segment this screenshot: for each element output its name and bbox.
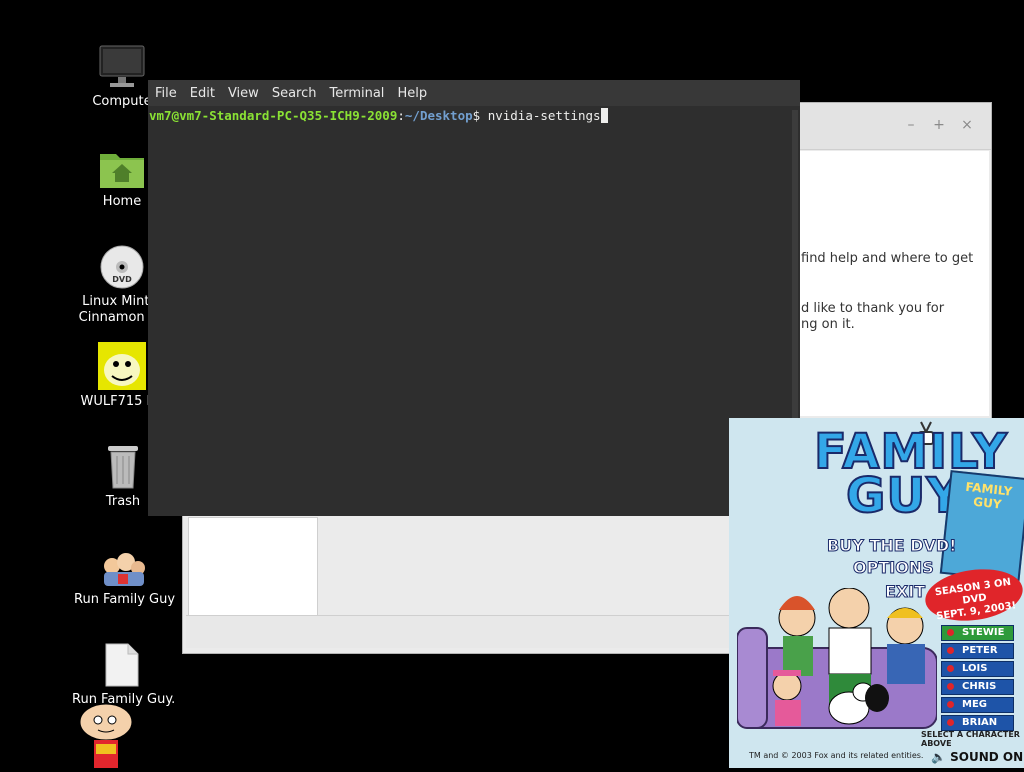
text-cursor (600, 108, 608, 123)
season-badge: SEASON 3 ON DVD SEPT. 9, 2003! (921, 563, 1024, 627)
trash-icon (105, 442, 141, 490)
character-button-lois[interactable]: LOIS (941, 661, 1014, 677)
options-button[interactable]: OPTIONS (853, 558, 935, 578)
family-guy-icon (100, 552, 148, 588)
character-select-list: STEWIE PETER LOIS CHRIS MEG BRIAN (941, 625, 1014, 733)
sidebar-pane (188, 517, 318, 616)
file-icon (104, 642, 140, 688)
prompt-path: ~/Desktop (404, 108, 473, 123)
menu-edit[interactable]: Edit (183, 80, 221, 101)
desktop-icon-label: Run Family Guy (74, 592, 176, 607)
menu-terminal[interactable]: Terminal (322, 80, 390, 101)
minimize-button[interactable]: – (897, 117, 925, 133)
family-guy-app[interactable]: FAMILY GUY FAMILY GUY BUY THE DVD! OPTIO… (729, 418, 1024, 768)
terminal-menubar: File Edit View Search Terminal Help (148, 80, 800, 106)
copyright-footer: TM and © 2003 Fox and its related entiti… (749, 751, 924, 760)
command-text: nvidia-settings (487, 108, 601, 123)
menu-search[interactable]: Search (265, 80, 323, 101)
menu-help[interactable]: Help (390, 80, 433, 101)
prompt-dollar: $ (472, 108, 488, 123)
computer-icon (98, 44, 146, 90)
character-button-peter[interactable]: PETER (941, 643, 1014, 659)
wulf-image-icon (98, 342, 146, 390)
character-button-meg[interactable]: MEG (941, 697, 1014, 713)
terminal-window[interactable]: File Edit View Search Terminal Help vm7@vm7-S… (148, 80, 800, 516)
family-couch-illustration (736, 587, 938, 748)
buy-dvd-button[interactable]: BUY THE DVD! (826, 536, 956, 556)
select-character-hint: SELECT A CHARACTER ABOVE (921, 730, 1020, 748)
sound-toggle[interactable]: 🔈 SOUND ON (931, 750, 1023, 764)
help-text-line: d like to thank you for (801, 301, 945, 316)
speaker-icon: 🔈 (931, 750, 946, 764)
character-button-chris[interactable]: CHRIS (941, 679, 1014, 695)
prompt-user: vm7@vm7-Standard-PC-Q35-ICH9-2009 (149, 108, 398, 123)
prompt-separator: : (397, 108, 405, 123)
dvd-cover: FAMILY GUY (939, 470, 1024, 582)
sound-label: SOUND ON (950, 750, 1024, 764)
welcome-content-area (799, 151, 989, 416)
desktop-icon-run-family-guy-file[interactable]: Run Family Guy. (72, 642, 175, 708)
character-button-stewie[interactable]: STEWIE (941, 625, 1014, 641)
menu-file[interactable]: File (148, 80, 183, 101)
desktop-icon-run-family-guy[interactable]: Run Family Guy (74, 552, 176, 608)
close-button[interactable]: × (953, 117, 981, 133)
dvd-icon: DVD (99, 244, 145, 290)
character-button-brian[interactable]: BRIAN (941, 715, 1014, 731)
terminal-output[interactable]: vm7@vm7-Standard-PC-Q35-ICH9-2009:~/Desk… (148, 106, 788, 516)
help-text-line: find help and where to get (801, 251, 974, 266)
help-text-line: ng on it. (801, 317, 855, 332)
maximize-button[interactable]: + (925, 117, 953, 133)
svg-text:DVD: DVD (112, 275, 132, 284)
dvd-cover-label: FAMILY GUY (964, 479, 1013, 512)
menu-view[interactable]: View (221, 80, 265, 101)
home-folder-icon (98, 148, 146, 190)
window-controls: – + × (897, 117, 981, 133)
stewie-sprite (78, 700, 138, 768)
